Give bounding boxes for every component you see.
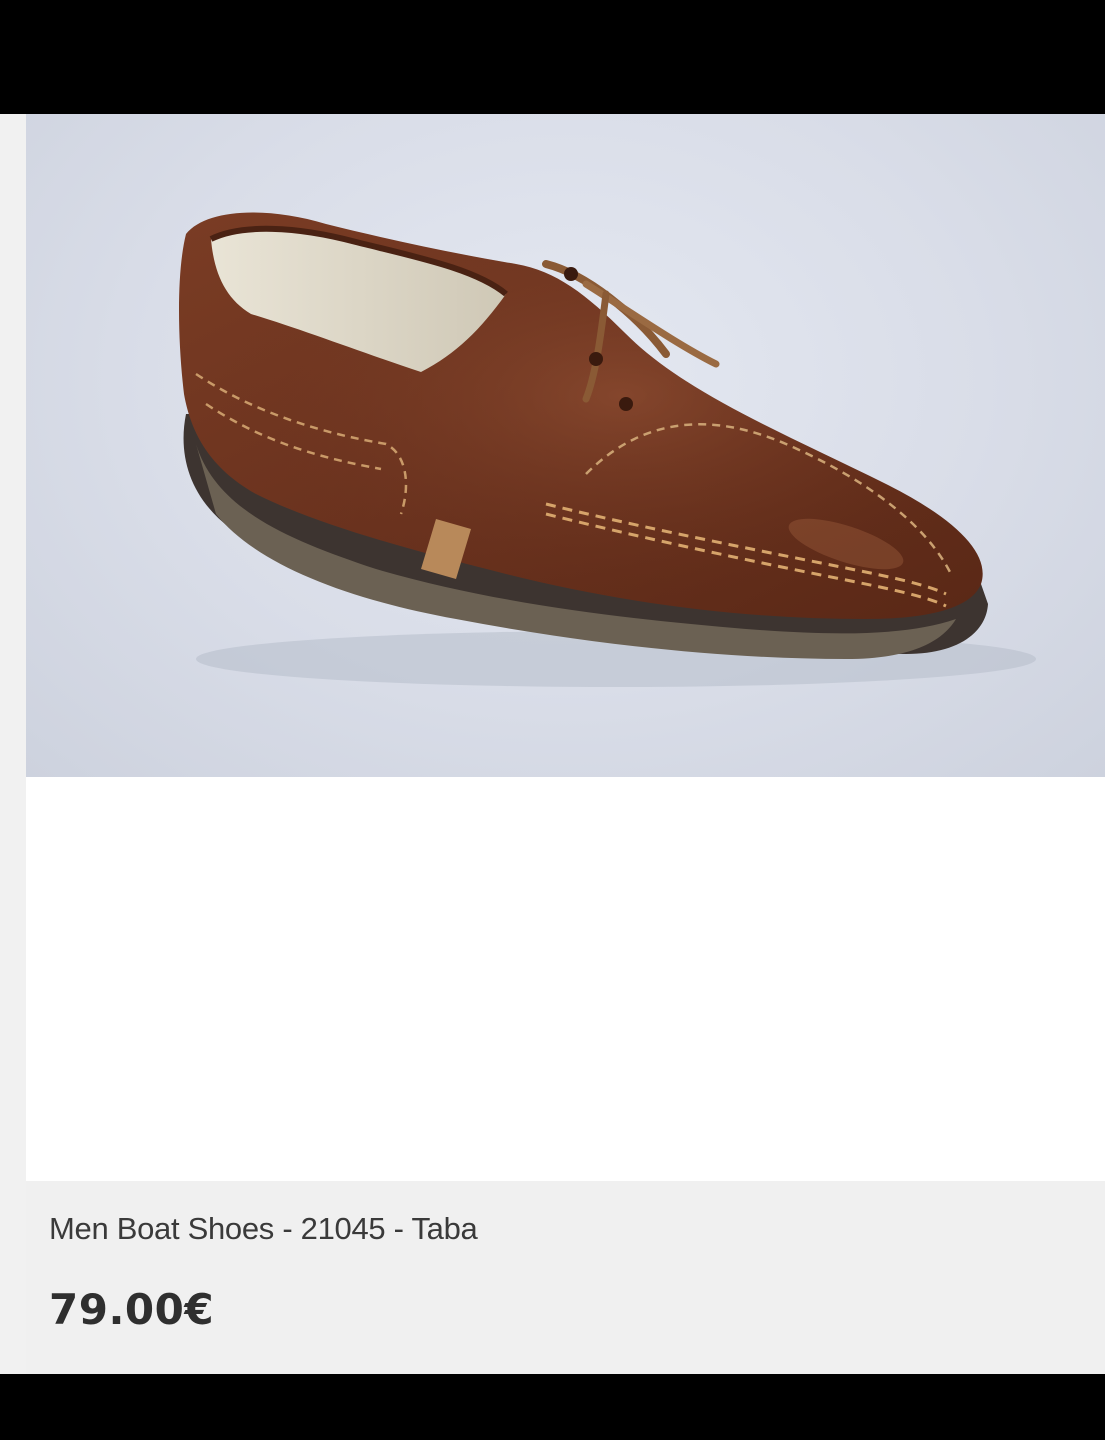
product-price: 79.00€: [49, 1285, 215, 1334]
image-whitespace: [26, 777, 1105, 1181]
top-black-bar: [0, 0, 1105, 114]
product-page: Men Boat Shoes - 21045 - Taba 79.00€: [0, 114, 1105, 1374]
product-card[interactable]: Men Boat Shoes - 21045 - Taba 79.00€: [26, 114, 1105, 1374]
product-info: Men Boat Shoes - 21045 - Taba 79.00€: [26, 1181, 1105, 1374]
product-image[interactable]: [26, 114, 1105, 777]
bottom-black-bar: [0, 1374, 1105, 1440]
product-title[interactable]: Men Boat Shoes - 21045 - Taba: [49, 1211, 478, 1247]
boat-shoe-icon: [179, 212, 1036, 687]
